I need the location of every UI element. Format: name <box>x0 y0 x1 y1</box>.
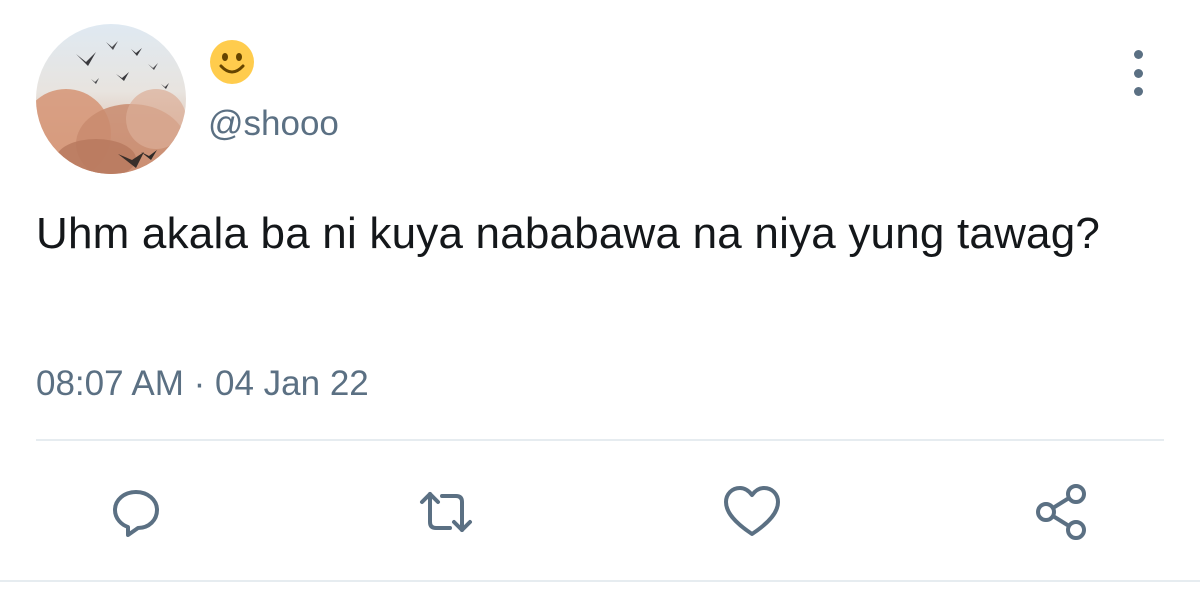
tweet-text: Uhm akala ba ni kuya nababawa na niya yu… <box>36 209 1101 258</box>
reply-button[interactable] <box>106 482 166 542</box>
like-button[interactable] <box>722 482 782 542</box>
display-name-emoji[interactable] <box>208 38 256 86</box>
timestamp-separator: · <box>193 364 206 403</box>
more-dot-icon <box>1133 50 1143 59</box>
tweet-date: 04 Jan 22 <box>215 364 369 403</box>
avatar[interactable] <box>36 24 186 174</box>
bottom-divider <box>0 580 1200 582</box>
user-handle[interactable]: @shooo <box>208 104 339 144</box>
more-dot-icon <box>1133 87 1143 96</box>
retweet-icon <box>420 492 472 532</box>
reply-icon <box>113 490 159 537</box>
heart-icon <box>724 486 780 536</box>
tweet-time: 08:07 AM <box>36 364 184 403</box>
share-icon <box>1036 484 1086 540</box>
retweet-button[interactable] <box>416 482 476 542</box>
tweet-card: @shooo Uhm akala ba ni kuya nababawa na … <box>0 0 1200 600</box>
smiling-face-emoji-icon <box>210 40 254 84</box>
tweet-timestamp[interactable]: 08:07 AM · 04 Jan 22 <box>36 362 369 406</box>
divider <box>36 439 1164 441</box>
more-options-button[interactable] <box>1118 50 1158 96</box>
more-dot-icon <box>1133 68 1143 78</box>
share-button[interactable] <box>1032 482 1092 542</box>
